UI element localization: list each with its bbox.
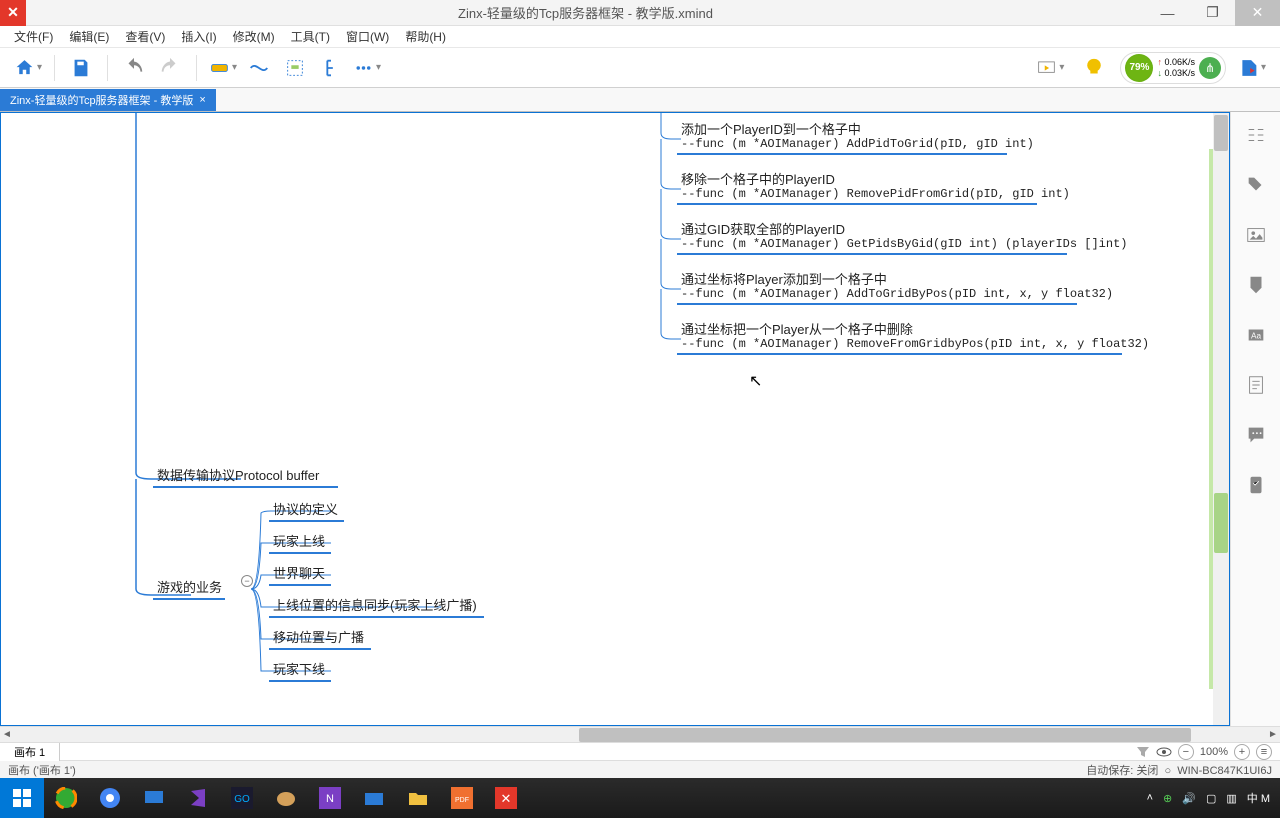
export-button[interactable]: ▾: [1238, 54, 1266, 82]
mouse-cursor: ↖: [749, 371, 762, 391]
node-addbypos-func[interactable]: --func (m *AOIManager) AddToGridByPos(pI…: [677, 285, 1077, 305]
node-add-pid-func[interactable]: --func (m *AOIManager) AddPidToGrid(pID,…: [677, 135, 1007, 155]
tray-ime[interactable]: 中 M: [1247, 790, 1270, 806]
node-protocol-def[interactable]: 协议的定义: [269, 497, 344, 522]
tray-flag-icon[interactable]: ▢: [1206, 792, 1216, 805]
upload-rate: 0.06K/s: [1157, 57, 1195, 68]
download-rate: 0.03K/s: [1157, 68, 1195, 79]
svg-text:Aa: Aa: [1250, 332, 1261, 341]
outline-icon[interactable]: [1245, 124, 1267, 146]
node-move-broadcast[interactable]: 移动位置与广播: [269, 625, 371, 650]
menu-help[interactable]: 帮助(H): [397, 26, 454, 47]
task-vs[interactable]: [176, 778, 220, 818]
document-tab[interactable]: Zinx-轻量级的Tcp服务器框架 - 教学版 ×: [0, 89, 216, 111]
task-explorer[interactable]: [352, 778, 396, 818]
more-button[interactable]: ▾: [353, 54, 381, 82]
node-world-chat[interactable]: 世界聊天: [269, 561, 331, 586]
window-title: Zinx-轻量级的Tcp服务器框架 - 教学版.xmind: [26, 3, 1145, 22]
system-tray[interactable]: ˄ ⊕ 🔊 ▢ ▥ 中 M: [1147, 790, 1280, 806]
zoom-level: 100%: [1200, 746, 1228, 758]
node-player-offline[interactable]: 玩家下线: [269, 657, 331, 682]
text-icon[interactable]: Aa: [1245, 324, 1267, 346]
summary-button[interactable]: [317, 54, 345, 82]
node-protocol-buffer[interactable]: 数据传输协议Protocol buffer: [153, 463, 338, 488]
marker-icon[interactable]: [1245, 274, 1267, 296]
sheet-tab[interactable]: 画布 1: [0, 743, 60, 761]
tab-bar: Zinx-轻量级的Tcp服务器框架 - 教学版 ×: [0, 88, 1280, 112]
task-chrome[interactable]: [88, 778, 132, 818]
save-button[interactable]: [67, 54, 95, 82]
node-player-online[interactable]: 玩家上线: [269, 529, 331, 554]
node-getpids-func[interactable]: --func (m *AOIManager) GetPidsByGid(gID …: [677, 235, 1067, 255]
zoom-out-button[interactable]: −: [1178, 744, 1194, 760]
task-icon[interactable]: [1245, 474, 1267, 496]
zoom-fit-button[interactable]: ≡: [1256, 744, 1272, 760]
menu-modify[interactable]: 修改(M): [225, 26, 283, 47]
percent-circle: 79%: [1125, 54, 1153, 82]
menu-bar: 文件(F) 编辑(E) 查看(V) 插入(I) 修改(M) 工具(T) 窗口(W…: [0, 26, 1280, 48]
task-paint[interactable]: [264, 778, 308, 818]
filter-icon[interactable]: [1136, 745, 1150, 759]
task-onenote[interactable]: N: [308, 778, 352, 818]
image-icon[interactable]: [1245, 224, 1267, 246]
share-icon[interactable]: ⋔: [1199, 57, 1221, 79]
svg-text:PDF: PDF: [455, 797, 469, 804]
sheet-bar: 画布 1 − 100% + ≡: [0, 742, 1280, 760]
mindmap-canvas[interactable]: 添加一个PlayerID到一个格子中 --func (m *AOIManager…: [0, 112, 1230, 726]
task-folder[interactable]: [396, 778, 440, 818]
format-icon[interactable]: [1245, 174, 1267, 196]
status-host: WIN-BC847K1UI6J: [1177, 765, 1272, 777]
boundary-button[interactable]: [281, 54, 309, 82]
menu-edit[interactable]: 编辑(E): [61, 26, 117, 47]
tray-up-icon[interactable]: ˄: [1147, 792, 1153, 804]
undo-button[interactable]: [120, 54, 148, 82]
node-position-sync[interactable]: 上线位置的信息同步(玩家上线广播): [269, 593, 484, 618]
tray-network-icon[interactable]: ▥: [1226, 792, 1236, 805]
tab-close-icon[interactable]: ×: [199, 94, 205, 106]
status-bar: 画布 ('画布 1') 自动保存: 关闭 ○ WIN-BC847K1UI6J: [0, 760, 1280, 778]
task-app1[interactable]: [44, 778, 88, 818]
task-goland[interactable]: GO: [220, 778, 264, 818]
task-monitor[interactable]: [132, 778, 176, 818]
menu-tools[interactable]: 工具(T): [283, 26, 338, 47]
idea-button[interactable]: [1080, 54, 1108, 82]
redo-button[interactable]: [156, 54, 184, 82]
notes-icon[interactable]: [1245, 374, 1267, 396]
visibility-icon[interactable]: [1156, 745, 1172, 759]
toolbar: ▾ ▾ ▾ ▾ 79% 0.06K/s 0.03K/s ⋔ ▾: [0, 48, 1280, 88]
tray-shield-icon[interactable]: ⊕: [1163, 792, 1172, 805]
zoom-in-button[interactable]: +: [1234, 744, 1250, 760]
task-pdf[interactable]: PDF: [440, 778, 484, 818]
node-remove-pid-func[interactable]: --func (m *AOIManager) RemovePidFromGrid…: [677, 185, 1037, 205]
relationship-button[interactable]: [245, 54, 273, 82]
close-button[interactable]: ✕: [1235, 0, 1280, 26]
horizontal-scrollbar[interactable]: ◄ ►: [0, 726, 1280, 742]
right-sidebar: Aa: [1230, 112, 1280, 726]
minimize-button[interactable]: —: [1145, 0, 1190, 26]
tab-label: Zinx-轻量级的Tcp服务器框架 - 教学版: [10, 92, 193, 108]
home-button[interactable]: ▾: [14, 54, 42, 82]
menu-view[interactable]: 查看(V): [117, 26, 173, 47]
menu-window[interactable]: 窗口(W): [338, 26, 397, 47]
status-sheet: 画布 ('画布 1'): [8, 762, 76, 778]
node-removebypos-func[interactable]: --func (m *AOIManager) RemoveFromGridbyP…: [677, 335, 1122, 355]
collapse-icon[interactable]: −: [241, 575, 253, 587]
status-autosave: 自动保存: 关闭: [1086, 765, 1158, 777]
node-game-business[interactable]: 游戏的业务: [153, 575, 225, 600]
menu-insert[interactable]: 插入(I): [173, 26, 224, 47]
task-xmind[interactable]: ✕: [484, 778, 528, 818]
start-button[interactable]: [0, 778, 44, 818]
network-badge: 79% 0.06K/s 0.03K/s ⋔: [1120, 52, 1226, 84]
svg-text:N: N: [326, 793, 334, 805]
comments-icon[interactable]: [1245, 424, 1267, 446]
maximize-button[interactable]: ❐: [1190, 0, 1235, 26]
svg-text:✕: ✕: [501, 791, 512, 806]
taskbar: GO N PDF ✕ ˄ ⊕ 🔊 ▢ ▥ 中 M: [0, 778, 1280, 818]
app-logo: ✕: [0, 0, 26, 26]
menu-file[interactable]: 文件(F): [6, 26, 61, 47]
title-bar: ✕ Zinx-轻量级的Tcp服务器框架 - 教学版.xmind — ❐ ✕: [0, 0, 1280, 26]
tray-volume-icon[interactable]: 🔊: [1182, 792, 1196, 805]
topic-button[interactable]: ▾: [209, 54, 237, 82]
presentation-button[interactable]: ▾: [1036, 54, 1064, 82]
